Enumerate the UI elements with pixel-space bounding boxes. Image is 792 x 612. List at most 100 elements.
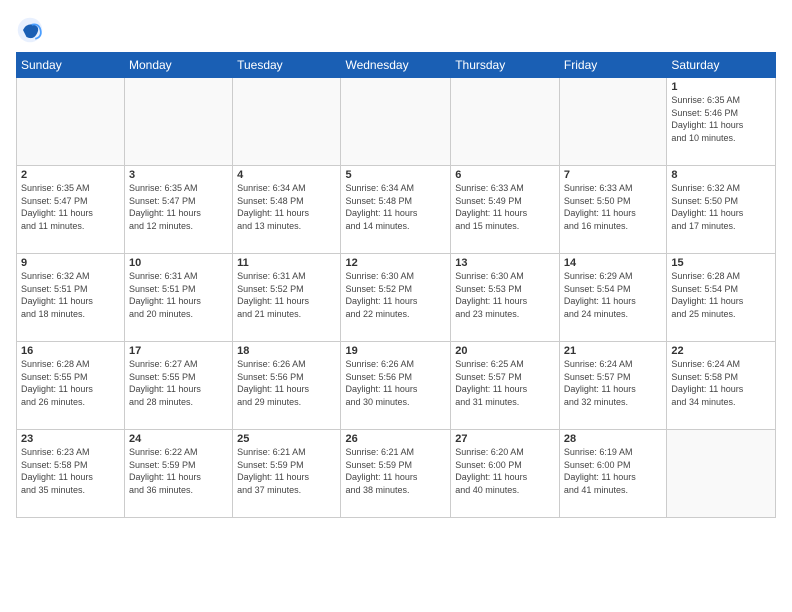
day-number: 28 (564, 433, 663, 445)
calendar-day: 9Sunrise: 6:32 AM Sunset: 5:51 PM Daylig… (17, 254, 125, 342)
day-info: Sunrise: 6:20 AM Sunset: 6:00 PM Dayligh… (455, 446, 555, 496)
calendar-header-row: SundayMondayTuesdayWednesdayThursdayFrid… (17, 53, 776, 78)
calendar-day (341, 78, 451, 166)
header (16, 12, 776, 44)
day-info: Sunrise: 6:35 AM Sunset: 5:47 PM Dayligh… (21, 182, 120, 232)
day-info: Sunrise: 6:35 AM Sunset: 5:47 PM Dayligh… (129, 182, 228, 232)
day-info: Sunrise: 6:30 AM Sunset: 5:53 PM Dayligh… (455, 270, 555, 320)
calendar-day: 2Sunrise: 6:35 AM Sunset: 5:47 PM Daylig… (17, 166, 125, 254)
day-info: Sunrise: 6:24 AM Sunset: 5:57 PM Dayligh… (564, 358, 663, 408)
page-container: SundayMondayTuesdayWednesdayThursdayFrid… (0, 0, 792, 526)
day-info: Sunrise: 6:28 AM Sunset: 5:55 PM Dayligh… (21, 358, 120, 408)
calendar-day: 23Sunrise: 6:23 AM Sunset: 5:58 PM Dayli… (17, 430, 125, 518)
day-info: Sunrise: 6:27 AM Sunset: 5:55 PM Dayligh… (129, 358, 228, 408)
calendar-day: 24Sunrise: 6:22 AM Sunset: 5:59 PM Dayli… (124, 430, 232, 518)
calendar-week-1: 1Sunrise: 6:35 AM Sunset: 5:46 PM Daylig… (17, 78, 776, 166)
calendar-day: 26Sunrise: 6:21 AM Sunset: 5:59 PM Dayli… (341, 430, 451, 518)
day-number: 20 (455, 345, 555, 357)
day-info: Sunrise: 6:31 AM Sunset: 5:51 PM Dayligh… (129, 270, 228, 320)
day-info: Sunrise: 6:31 AM Sunset: 5:52 PM Dayligh… (237, 270, 336, 320)
day-number: 22 (671, 345, 771, 357)
calendar-day: 28Sunrise: 6:19 AM Sunset: 6:00 PM Dayli… (559, 430, 667, 518)
day-number: 12 (345, 257, 446, 269)
day-header-tuesday: Tuesday (233, 53, 341, 78)
day-number: 15 (671, 257, 771, 269)
calendar-day: 25Sunrise: 6:21 AM Sunset: 5:59 PM Dayli… (233, 430, 341, 518)
calendar-day: 20Sunrise: 6:25 AM Sunset: 5:57 PM Dayli… (451, 342, 560, 430)
day-info: Sunrise: 6:25 AM Sunset: 5:57 PM Dayligh… (455, 358, 555, 408)
calendar-day: 5Sunrise: 6:34 AM Sunset: 5:48 PM Daylig… (341, 166, 451, 254)
day-number: 1 (671, 81, 771, 93)
calendar-day (667, 430, 776, 518)
day-number: 4 (237, 169, 336, 181)
day-number: 8 (671, 169, 771, 181)
calendar-day: 6Sunrise: 6:33 AM Sunset: 5:49 PM Daylig… (451, 166, 560, 254)
day-info: Sunrise: 6:28 AM Sunset: 5:54 PM Dayligh… (671, 270, 771, 320)
day-number: 6 (455, 169, 555, 181)
calendar-day (124, 78, 232, 166)
calendar-day: 15Sunrise: 6:28 AM Sunset: 5:54 PM Dayli… (667, 254, 776, 342)
calendar-day (17, 78, 125, 166)
day-number: 3 (129, 169, 228, 181)
day-number: 11 (237, 257, 336, 269)
day-info: Sunrise: 6:32 AM Sunset: 5:51 PM Dayligh… (21, 270, 120, 320)
calendar-day: 1Sunrise: 6:35 AM Sunset: 5:46 PM Daylig… (667, 78, 776, 166)
calendar-day: 17Sunrise: 6:27 AM Sunset: 5:55 PM Dayli… (124, 342, 232, 430)
day-number: 16 (21, 345, 120, 357)
day-header-thursday: Thursday (451, 53, 560, 78)
day-info: Sunrise: 6:34 AM Sunset: 5:48 PM Dayligh… (345, 182, 446, 232)
calendar-day (559, 78, 667, 166)
day-number: 7 (564, 169, 663, 181)
calendar-day: 18Sunrise: 6:26 AM Sunset: 5:56 PM Dayli… (233, 342, 341, 430)
day-info: Sunrise: 6:32 AM Sunset: 5:50 PM Dayligh… (671, 182, 771, 232)
calendar-day: 16Sunrise: 6:28 AM Sunset: 5:55 PM Dayli… (17, 342, 125, 430)
calendar-day: 22Sunrise: 6:24 AM Sunset: 5:58 PM Dayli… (667, 342, 776, 430)
day-info: Sunrise: 6:23 AM Sunset: 5:58 PM Dayligh… (21, 446, 120, 496)
day-info: Sunrise: 6:33 AM Sunset: 5:50 PM Dayligh… (564, 182, 663, 232)
calendar-day: 10Sunrise: 6:31 AM Sunset: 5:51 PM Dayli… (124, 254, 232, 342)
day-number: 24 (129, 433, 228, 445)
calendar-week-4: 16Sunrise: 6:28 AM Sunset: 5:55 PM Dayli… (17, 342, 776, 430)
calendar-day: 12Sunrise: 6:30 AM Sunset: 5:52 PM Dayli… (341, 254, 451, 342)
calendar-week-5: 23Sunrise: 6:23 AM Sunset: 5:58 PM Dayli… (17, 430, 776, 518)
day-info: Sunrise: 6:21 AM Sunset: 5:59 PM Dayligh… (345, 446, 446, 496)
logo (16, 16, 46, 44)
calendar-day: 27Sunrise: 6:20 AM Sunset: 6:00 PM Dayli… (451, 430, 560, 518)
day-info: Sunrise: 6:33 AM Sunset: 5:49 PM Dayligh… (455, 182, 555, 232)
day-number: 18 (237, 345, 336, 357)
day-number: 21 (564, 345, 663, 357)
calendar-week-3: 9Sunrise: 6:32 AM Sunset: 5:51 PM Daylig… (17, 254, 776, 342)
day-number: 23 (21, 433, 120, 445)
day-info: Sunrise: 6:19 AM Sunset: 6:00 PM Dayligh… (564, 446, 663, 496)
calendar-day: 11Sunrise: 6:31 AM Sunset: 5:52 PM Dayli… (233, 254, 341, 342)
day-number: 27 (455, 433, 555, 445)
logo-icon (16, 16, 44, 44)
day-info: Sunrise: 6:24 AM Sunset: 5:58 PM Dayligh… (671, 358, 771, 408)
day-info: Sunrise: 6:35 AM Sunset: 5:46 PM Dayligh… (671, 94, 771, 144)
day-number: 14 (564, 257, 663, 269)
day-info: Sunrise: 6:26 AM Sunset: 5:56 PM Dayligh… (345, 358, 446, 408)
day-info: Sunrise: 6:30 AM Sunset: 5:52 PM Dayligh… (345, 270, 446, 320)
calendar-day: 7Sunrise: 6:33 AM Sunset: 5:50 PM Daylig… (559, 166, 667, 254)
day-number: 10 (129, 257, 228, 269)
day-info: Sunrise: 6:22 AM Sunset: 5:59 PM Dayligh… (129, 446, 228, 496)
day-number: 5 (345, 169, 446, 181)
day-number: 17 (129, 345, 228, 357)
calendar-day: 19Sunrise: 6:26 AM Sunset: 5:56 PM Dayli… (341, 342, 451, 430)
calendar-day: 8Sunrise: 6:32 AM Sunset: 5:50 PM Daylig… (667, 166, 776, 254)
calendar-day (233, 78, 341, 166)
day-info: Sunrise: 6:34 AM Sunset: 5:48 PM Dayligh… (237, 182, 336, 232)
day-number: 26 (345, 433, 446, 445)
day-info: Sunrise: 6:26 AM Sunset: 5:56 PM Dayligh… (237, 358, 336, 408)
calendar-day: 4Sunrise: 6:34 AM Sunset: 5:48 PM Daylig… (233, 166, 341, 254)
calendar-week-2: 2Sunrise: 6:35 AM Sunset: 5:47 PM Daylig… (17, 166, 776, 254)
day-header-sunday: Sunday (17, 53, 125, 78)
calendar-day: 3Sunrise: 6:35 AM Sunset: 5:47 PM Daylig… (124, 166, 232, 254)
day-header-wednesday: Wednesday (341, 53, 451, 78)
day-header-monday: Monday (124, 53, 232, 78)
day-header-friday: Friday (559, 53, 667, 78)
day-number: 2 (21, 169, 120, 181)
day-info: Sunrise: 6:29 AM Sunset: 5:54 PM Dayligh… (564, 270, 663, 320)
day-info: Sunrise: 6:21 AM Sunset: 5:59 PM Dayligh… (237, 446, 336, 496)
day-number: 9 (21, 257, 120, 269)
